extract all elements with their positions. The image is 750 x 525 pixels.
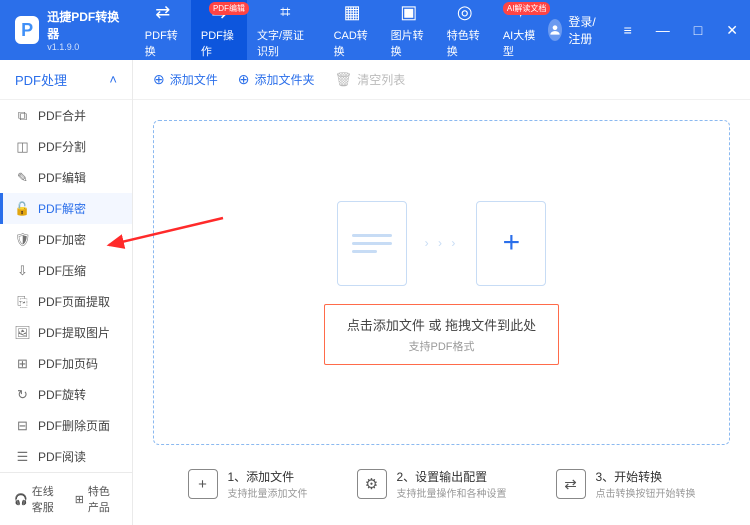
- step-settings-icon: ⚙: [357, 469, 387, 499]
- dots-icon: › › ›: [425, 236, 459, 250]
- sidebar-footer: 🎧 在线客服 ⊞ 特色产品: [0, 472, 132, 525]
- sidebar-item-icon: ⎘: [15, 294, 30, 309]
- headset-icon: 🎧: [14, 493, 28, 506]
- trash-icon: 🗑: [335, 71, 353, 88]
- sidebar-item-icon: ⊞: [15, 356, 30, 371]
- clear-list-button[interactable]: 🗑 清空列表: [335, 71, 406, 88]
- avatar-icon: [548, 19, 562, 41]
- sidebar-item-icon: ⇩: [15, 263, 30, 278]
- plus-file-icon: ⊕: [153, 71, 165, 88]
- sidebar-item-icon: ✎: [15, 170, 30, 185]
- nav-pdf-convert[interactable]: ⇄ PDF转换: [135, 0, 191, 60]
- step-add-icon: +: [188, 469, 218, 499]
- dropzone-text: 点击添加文件 或 拖拽文件到此处 支持PDF格式: [324, 304, 559, 365]
- main-panel: ⊕ 添加文件 ⊕ 添加文件夹 🗑 清空列表: [133, 60, 750, 525]
- sidebar-item-icon: 🖼: [15, 325, 30, 340]
- sidebar-item-9[interactable]: ↻ PDF旋转: [0, 379, 132, 410]
- sidebar-item-label: PDF加密: [38, 231, 86, 248]
- sidebar-item-label: PDF解密: [38, 200, 86, 217]
- menu-button[interactable]: ≡: [620, 20, 636, 41]
- window-controls: ≡ — □ ✕: [620, 20, 742, 41]
- sidebar-item-icon: 🛡: [15, 232, 30, 247]
- sidebar-item-label: PDF加页码: [38, 355, 98, 372]
- sidebar-item-1[interactable]: ◫ PDF分割: [0, 131, 132, 162]
- file-add-icon: +: [476, 201, 546, 286]
- sidebar-item-label: PDF提取图片: [38, 324, 110, 341]
- sidebar-item-label: PDF旋转: [38, 386, 86, 403]
- sidebar-item-label: PDF压缩: [38, 262, 86, 279]
- sidebar-header[interactable]: PDF处理 ˄: [0, 60, 132, 100]
- sidebar-item-label: PDF合并: [38, 107, 86, 124]
- sidebar-item-2[interactable]: ✎ PDF编辑: [0, 162, 132, 193]
- sidebar-item-0[interactable]: ⧉ PDF合并: [0, 100, 132, 131]
- logo-icon: P: [15, 16, 39, 44]
- nav-cad[interactable]: ▦ CAD转换: [324, 0, 381, 60]
- maximize-button[interactable]: □: [690, 20, 706, 41]
- toolbar: ⊕ 添加文件 ⊕ 添加文件夹 🗑 清空列表: [133, 60, 750, 100]
- plus-folder-icon: ⊕: [238, 71, 250, 88]
- nav-image[interactable]: ▣ 图片转换: [381, 0, 437, 60]
- special-icon: ◎: [454, 2, 476, 24]
- app-title: 迅捷PDF转换器: [47, 8, 120, 42]
- sidebar-item-icon: 🔓: [15, 201, 30, 216]
- badge-pdf-edit: PDF编辑: [209, 2, 249, 15]
- sidebar-item-10[interactable]: ⊟ PDF删除页面: [0, 410, 132, 441]
- dropzone-visual: › › › +: [337, 201, 547, 286]
- badge-ai: AI解读文档: [503, 2, 551, 15]
- convert-icon: ⇄: [152, 2, 174, 24]
- sidebar-item-icon: ◫: [15, 139, 30, 154]
- step-3: ⇄ 3、开始转换 点击转换按钮开始转换: [556, 468, 696, 500]
- sidebar: PDF处理 ˄ ⧉ PDF合并 ◫ PDF分割 ✎ PDF编辑 🔓 PDF解密 🛡 PDF加密 ⇩ P…: [0, 60, 133, 525]
- dropzone-title: 点击添加文件 或 拖拽文件到此处: [347, 315, 536, 334]
- featured-link[interactable]: ⊞ 特色产品: [75, 483, 118, 515]
- nav-ai[interactable]: AI解读文档 ✦ AI大模型: [493, 0, 549, 60]
- nav-tabs: ⇄ PDF转换 PDF编辑 ⇆ PDF操作 ⌗ 文字/票证识别 ▦ CAD转换 …: [135, 0, 549, 60]
- file-icon: [337, 201, 407, 286]
- ocr-icon: ⌗: [274, 2, 296, 24]
- minimize-button[interactable]: —: [652, 20, 674, 41]
- sidebar-item-label: PDF删除页面: [38, 417, 110, 434]
- sidebar-item-5[interactable]: ⇩ PDF压缩: [0, 255, 132, 286]
- sidebar-item-icon: ⊟: [15, 418, 30, 433]
- sidebar-item-7[interactable]: 🖼 PDF提取图片: [0, 317, 132, 348]
- grid-icon: ⊞: [75, 493, 84, 506]
- app-version: v1.1.9.0: [47, 42, 120, 52]
- step-1: + 1、添加文件 支持批量添加文件: [188, 468, 308, 500]
- sidebar-items: ⧉ PDF合并 ◫ PDF分割 ✎ PDF编辑 🔓 PDF解密 🛡 PDF加密 ⇩ PDF压缩 ⎘ PDF…: [0, 100, 132, 472]
- login-button[interactable]: 登录/注册: [548, 13, 599, 47]
- chevron-up-icon: ˄: [109, 72, 117, 87]
- content-area: › › › + 点击添加文件 或 拖拽文件到此处 支持PDF格式 + 1、添加文…: [133, 100, 750, 525]
- sidebar-item-11[interactable]: ☰ PDF阅读: [0, 441, 132, 472]
- sidebar-item-icon: ☰: [15, 449, 30, 464]
- step-convert-icon: ⇄: [556, 469, 586, 499]
- sidebar-item-label: PDF阅读: [38, 448, 86, 465]
- image-icon: ▣: [398, 2, 420, 24]
- close-button[interactable]: ✕: [722, 20, 742, 41]
- sidebar-item-icon: ⧉: [15, 108, 30, 123]
- sidebar-item-label: PDF分割: [38, 138, 86, 155]
- add-folder-button[interactable]: ⊕ 添加文件夹: [238, 71, 315, 88]
- sidebar-item-6[interactable]: ⎘ PDF页面提取: [0, 286, 132, 317]
- cad-icon: ▦: [341, 2, 363, 24]
- sidebar-item-label: PDF编辑: [38, 169, 86, 186]
- sidebar-item-4[interactable]: 🛡 PDF加密: [0, 224, 132, 255]
- app-logo: P 迅捷PDF转换器 v1.1.9.0: [15, 8, 120, 52]
- steps-row: + 1、添加文件 支持批量添加文件 ⚙ 2、设置输出配置 支持批量操作和各种设置…: [153, 463, 730, 505]
- sidebar-item-label: PDF页面提取: [38, 293, 110, 310]
- dropzone-subtitle: 支持PDF格式: [347, 338, 536, 354]
- user-area: 登录/注册 ≡ — □ ✕: [548, 13, 742, 47]
- nav-pdf-operate[interactable]: PDF编辑 ⇆ PDF操作: [191, 0, 247, 60]
- sidebar-item-3[interactable]: 🔓 PDF解密: [0, 193, 132, 224]
- support-link[interactable]: 🎧 在线客服: [14, 483, 61, 515]
- nav-special[interactable]: ◎ 特色转换: [437, 0, 493, 60]
- sidebar-item-icon: ↻: [15, 387, 30, 402]
- plus-icon: +: [503, 226, 521, 260]
- add-file-button[interactable]: ⊕ 添加文件: [153, 71, 218, 88]
- step-2: ⚙ 2、设置输出配置 支持批量操作和各种设置: [357, 468, 507, 500]
- sidebar-item-8[interactable]: ⊞ PDF加页码: [0, 348, 132, 379]
- titlebar: P 迅捷PDF转换器 v1.1.9.0 ⇄ PDF转换 PDF编辑 ⇆ PDF操…: [0, 0, 750, 60]
- dropzone[interactable]: › › › + 点击添加文件 或 拖拽文件到此处 支持PDF格式: [153, 120, 730, 445]
- nav-ocr[interactable]: ⌗ 文字/票证识别: [247, 0, 324, 60]
